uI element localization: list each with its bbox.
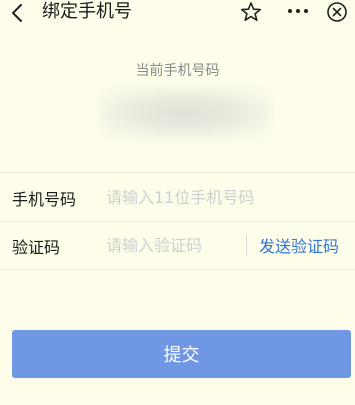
- code-label: 验证码: [12, 238, 61, 257]
- back-icon[interactable]: [8, 2, 28, 24]
- submit-button[interactable]: 提交: [12, 330, 351, 378]
- separator: [246, 234, 247, 256]
- current-phone-label: 当前手机号码: [135, 63, 220, 79]
- page-title: 绑定手机号: [42, 1, 132, 22]
- masked-phone-number: [100, 88, 270, 138]
- divider: [0, 221, 355, 222]
- top-bar: 绑定手机号: [0, 0, 355, 26]
- divider: [0, 172, 355, 173]
- star-icon[interactable]: [240, 1, 262, 23]
- phone-input[interactable]: [106, 185, 336, 209]
- more-icon[interactable]: [287, 4, 309, 18]
- divider: [0, 269, 355, 270]
- verification-code-input[interactable]: [106, 233, 241, 257]
- close-icon[interactable]: [326, 1, 348, 23]
- phone-label: 手机号码: [12, 190, 77, 209]
- send-code-button[interactable]: 发送验证码: [259, 233, 339, 257]
